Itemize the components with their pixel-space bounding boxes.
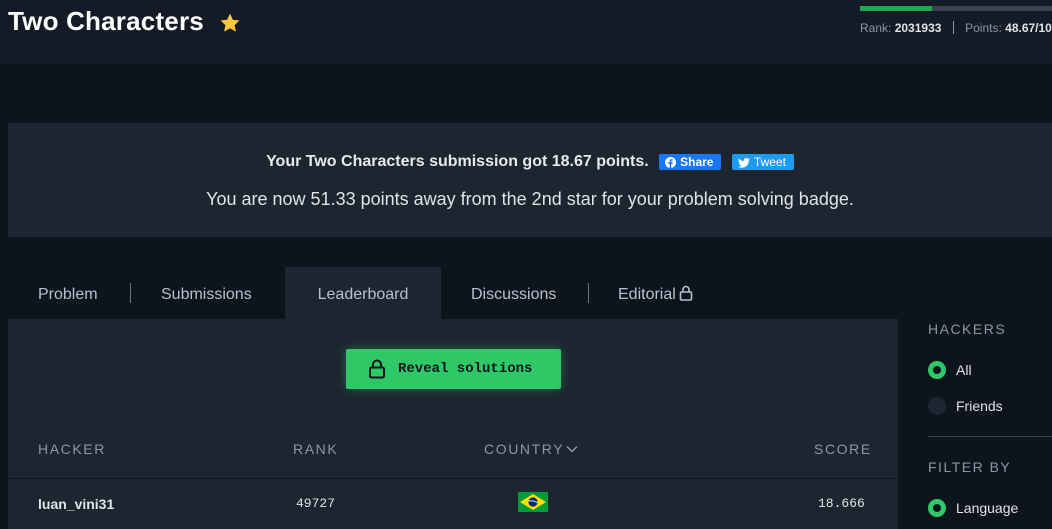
rank-points-summary: Rank: 2031933 Points: 48.67/10 xyxy=(860,21,1052,35)
column-header-score: SCORE xyxy=(814,441,872,457)
tab-problem[interactable]: Problem xyxy=(38,267,98,319)
column-header-country[interactable]: COUNTRY xyxy=(484,441,578,457)
star-icon[interactable] xyxy=(219,12,241,34)
submission-message-row: Your Two Characters submission got 18.67… xyxy=(8,153,1052,171)
score-cell: 18.666 xyxy=(818,496,865,511)
leaderboard-panel: Reveal solutions HACKER RANK COUNTRY SCO… xyxy=(8,319,898,529)
points-label: Points: xyxy=(965,21,1002,35)
hacker-name-link[interactable]: luan_vini31 xyxy=(38,496,114,512)
page-title: Two Characters xyxy=(8,6,204,36)
divider xyxy=(952,21,954,34)
reveal-solutions-button[interactable]: Reveal solutions xyxy=(346,349,561,389)
header-bar: Two Characters Rank: 2031933 Points: 48.… xyxy=(0,0,1052,64)
submission-banner: Your Two Characters submission got 18.67… xyxy=(8,123,1052,237)
rank-cell: 49727 xyxy=(296,496,336,511)
facebook-icon xyxy=(665,157,677,168)
problem-tabs: Problem Submissions Leaderboard Discussi… xyxy=(8,267,898,319)
radio-language[interactable] xyxy=(928,499,946,517)
progress-bar-fill xyxy=(860,6,932,11)
divider xyxy=(8,478,898,479)
brazil-flag-icon xyxy=(518,492,548,512)
tab-discussions[interactable]: Discussions xyxy=(471,267,556,319)
rank-value: 2031933 xyxy=(894,21,942,35)
tab-editorial[interactable]: Editorial xyxy=(618,267,693,319)
badge-progress-message: You are now 51.33 points away from the 2… xyxy=(206,189,854,209)
radio-friends[interactable] xyxy=(928,397,946,415)
tab-divider xyxy=(130,283,131,303)
submission-message: Your Two Characters submission got 18.67… xyxy=(266,153,649,170)
radio-friends-label[interactable]: Friends xyxy=(956,398,1003,414)
tab-divider xyxy=(588,283,589,303)
filter-by-heading: FILTER BY xyxy=(928,459,1012,475)
twitter-tweet-button[interactable]: Tweet xyxy=(731,154,794,170)
radio-language-label[interactable]: Language xyxy=(956,500,1018,516)
share-label: Share xyxy=(680,155,714,169)
radio-all[interactable] xyxy=(928,361,946,379)
tab-editorial-label: Editorial xyxy=(618,286,676,303)
divider xyxy=(928,436,1052,437)
column-header-rank: RANK xyxy=(293,441,339,457)
progress-bar xyxy=(860,6,1052,11)
reveal-solutions-label: Reveal solutions xyxy=(398,361,533,377)
rank-label: Rank: xyxy=(860,21,892,35)
lock-icon xyxy=(369,359,385,379)
column-header-hacker: HACKER xyxy=(38,441,106,457)
facebook-share-button[interactable]: Share xyxy=(659,154,722,170)
tab-leaderboard[interactable]: Leaderboard xyxy=(285,267,441,319)
lock-icon xyxy=(679,285,693,301)
chevron-down-icon xyxy=(566,445,578,453)
tab-submissions[interactable]: Submissions xyxy=(161,267,252,319)
tweet-label: Tweet xyxy=(753,155,786,169)
column-header-country-label: COUNTRY xyxy=(484,441,565,457)
points-value: 48.67/10 xyxy=(1005,21,1052,35)
hackers-heading: HACKERS xyxy=(928,321,1007,337)
twitter-bird-icon xyxy=(737,158,750,168)
radio-all-label[interactable]: All xyxy=(956,362,972,378)
